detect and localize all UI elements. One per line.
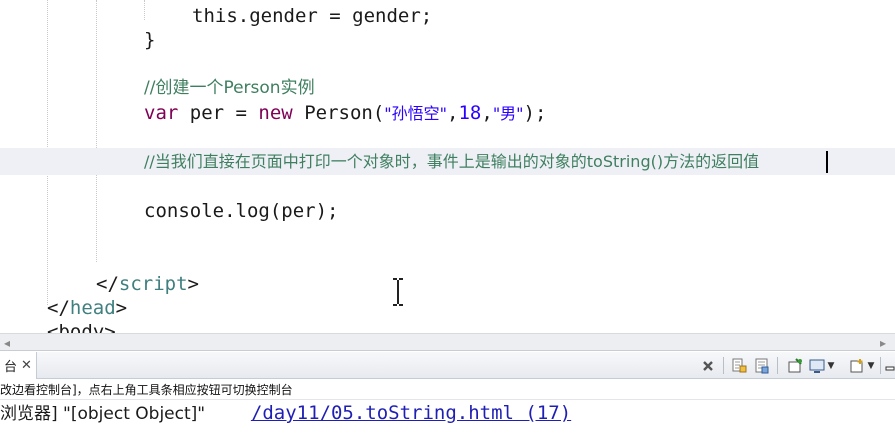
tab-console[interactable]: 台 ✕ bbox=[0, 352, 37, 379]
text-caret bbox=[826, 151, 828, 173]
indent-guide bbox=[96, 0, 97, 262]
tab-console-label: 台 bbox=[4, 360, 18, 375]
code-line-var-per: var per = new Person("孙悟空",18,"男"); bbox=[144, 102, 547, 124]
scroll-left-icon[interactable]: ◂ bbox=[4, 336, 10, 350]
pin-console-icon[interactable] bbox=[786, 357, 804, 374]
console-log-text: 浏览器] "[object Object]" bbox=[0, 404, 206, 424]
code-line-body-partial: <body> bbox=[47, 321, 116, 333]
code-line-close-script: </script> bbox=[96, 273, 199, 295]
chevron-down-icon[interactable]: ▼ bbox=[826, 357, 836, 374]
clear-console-icon[interactable] bbox=[699, 357, 717, 374]
minimize-icon[interactable] bbox=[884, 357, 895, 374]
open-console-icon[interactable] bbox=[848, 357, 866, 374]
horizontal-scrollbar[interactable]: ◂ ▸ bbox=[0, 333, 895, 351]
console-info-message: 改边看控制台]，点右上角工具条相应按钮可切换控制台 bbox=[0, 380, 895, 400]
console-output-area bbox=[0, 425, 895, 446]
code-editor[interactable]: this.gender = gender; } //创建一个Person实例 v… bbox=[0, 0, 895, 333]
console-toolbar: 台 ✕ ▼ ▼ bbox=[0, 352, 895, 379]
console-source-link[interactable]: /day11/05.toString.html (17) bbox=[251, 402, 571, 424]
console-log-entry: 浏览器] "[object Object]" /day11/05.toStrin… bbox=[0, 401, 895, 425]
code-line-gender-assign: this.gender = gender; bbox=[192, 5, 433, 27]
scroll-lock-icon[interactable] bbox=[730, 357, 748, 374]
code-line-console-log: console.log(per); bbox=[144, 200, 339, 222]
toolbar-separator bbox=[723, 357, 724, 374]
scroll-right-icon[interactable]: ▸ bbox=[880, 336, 886, 350]
display-console-icon[interactable] bbox=[808, 357, 826, 374]
close-icon[interactable]: ✕ bbox=[21, 358, 32, 373]
word-wrap-icon[interactable] bbox=[753, 357, 771, 374]
code-comment-create-person: //创建一个Person实例 bbox=[144, 78, 315, 98]
text-cursor-ibeam-icon bbox=[393, 278, 403, 306]
toolbar-separator bbox=[777, 357, 778, 374]
code-line-close-head: </head> bbox=[47, 297, 128, 319]
code-comment-tostring: //当我们直接在页面中打印一个对象时，事件上是输出的对象的toString()方… bbox=[144, 152, 760, 171]
chevron-down-icon[interactable]: ▼ bbox=[866, 357, 876, 374]
toolbar-separator bbox=[880, 357, 881, 374]
indent-guide bbox=[144, 0, 145, 20]
code-line-close-brace: } bbox=[144, 29, 156, 51]
